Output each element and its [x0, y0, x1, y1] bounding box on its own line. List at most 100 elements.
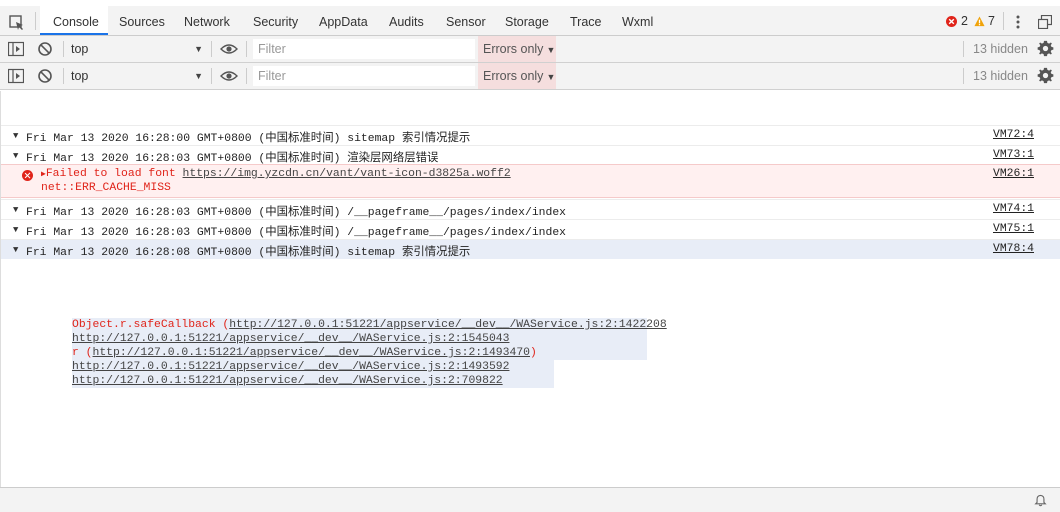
expand-triangle-icon[interactable]: ▼ [13, 131, 18, 141]
toolbar-separator [963, 41, 964, 57]
log-source-link[interactable]: VM72:4 [993, 129, 1034, 141]
chevron-down-icon: ▼ [194, 44, 203, 54]
toolbar-separator [246, 41, 247, 57]
tab-label: Sources [119, 15, 165, 29]
tab-label: Console [53, 15, 99, 29]
hidden-messages-count: 13 hidden [973, 69, 1028, 83]
tab-network[interactable]: Network [184, 6, 230, 35]
clear-console-icon[interactable] [37, 41, 53, 57]
warning-count-icon[interactable] [974, 16, 985, 27]
error-icon [22, 170, 33, 181]
stack-function: Object.r.safeCallback ( [72, 319, 230, 331]
stack-frame-link[interactable]: http://127.0.0.1:51221/appservice/__dev_… [72, 375, 503, 387]
log-message: Fri Mar 13 2020 16:28:03 GMT+0800 (中国标准时… [26, 153, 439, 165]
tab-sensor[interactable]: Sensor [446, 6, 486, 35]
log-row-selected[interactable]: ▼ Fri Mar 13 2020 16:28:08 GMT+0800 (中国标… [1, 239, 1060, 259]
context-value: top [71, 69, 89, 83]
tab-trace[interactable]: Trace [570, 6, 602, 35]
stack-frame: http://127.0.0.1:51221/appservice/__dev_… [72, 374, 554, 388]
tab-audits[interactable]: Audits [389, 6, 424, 35]
console-toolbar: top ▼ Filter Errors only ▼ 13 hidden [0, 63, 1060, 90]
stack-suffix: ) [530, 347, 537, 359]
stack-trace: Object.r.safeCallback (http://127.0.0.1:… [72, 318, 667, 388]
undock-icon[interactable] [1038, 15, 1052, 29]
log-message: Fri Mar 13 2020 16:28:08 GMT+0800 (中国标准时… [26, 247, 471, 259]
tab-storage[interactable]: Storage [505, 6, 549, 35]
chevron-down-icon: ▼ [546, 72, 556, 82]
expand-triangle-icon[interactable]: ▼ [13, 205, 18, 215]
error-text: Failed to load font [45, 168, 176, 180]
log-message: Fri Mar 13 2020 16:28:03 GMT+0800 (中国标准时… [26, 207, 566, 219]
error-detail: net::ERR_CACHE_MISS [41, 182, 171, 194]
expand-triangle-icon[interactable]: ▼ [13, 151, 18, 161]
console-toolbar: top ▼ Filter Errors only ▼ 13 hidden [0, 36, 1060, 63]
log-levels-dropdown[interactable]: Errors only ▼ [478, 63, 556, 89]
log-source-link[interactable]: VM78:4 [993, 243, 1034, 255]
console-output: ▼ Fri Mar 13 2020 16:28:00 GMT+0800 (中国标… [0, 91, 1060, 487]
chevron-down-icon: ▼ [546, 45, 556, 55]
stack-frame: http://127.0.0.1:51221/appservice/__dev_… [72, 332, 647, 346]
tab-label: Trace [570, 15, 602, 29]
error-count[interactable]: 2 [961, 14, 968, 28]
error-row[interactable]: ▶Failed to load font https://img.yzcdn.c… [1, 164, 1060, 198]
tab-label: Security [253, 15, 299, 29]
tab-label: Wxml [622, 15, 654, 29]
stack-frame: r (http://127.0.0.1:51221/appservice/__d… [72, 346, 647, 360]
log-levels-value: Errors only [483, 69, 544, 83]
toolbar-separator [211, 41, 212, 57]
stack-frame: Object.r.safeCallback (http://127.0.0.1:… [72, 318, 667, 332]
tabbar-separator [35, 12, 36, 30]
hidden-messages-count: 13 hidden [973, 42, 1028, 56]
tabbar-separator [1003, 12, 1004, 30]
bottom-drawer-bar [0, 487, 1060, 512]
tab-sources[interactable]: Sources [119, 6, 165, 35]
tab-security[interactable]: Security [253, 6, 298, 35]
inspect-element-icon[interactable] [8, 14, 26, 32]
log-source-link[interactable]: VM74:1 [993, 203, 1034, 215]
sidebar-toggle-icon[interactable] [8, 41, 24, 57]
log-levels-dropdown[interactable]: Errors only ▼ [478, 36, 556, 62]
devtools-tabbar: Console Sources Network Security AppData… [0, 6, 1060, 36]
filter-input[interactable]: Filter [253, 39, 475, 59]
error-count-icon[interactable] [946, 16, 957, 27]
gear-icon[interactable] [1037, 67, 1054, 84]
toolbar-separator [211, 68, 212, 84]
kebab-menu-icon[interactable] [1016, 15, 1020, 29]
filter-placeholder: Filter [258, 42, 286, 56]
eye-icon[interactable] [220, 43, 238, 55]
stack-frame-link[interactable]: http://127.0.0.1:51221/appservice/__dev_… [72, 333, 509, 345]
eye-icon[interactable] [220, 70, 238, 82]
stack-frame-link[interactable]: http://127.0.0.1:51221/appservice/__dev_… [93, 347, 530, 359]
log-row[interactable]: ▼ Fri Mar 13 2020 16:28:03 GMT+0800 (中国标… [1, 145, 1060, 165]
toolbar-separator [63, 68, 64, 84]
stack-frame-link[interactable]: http://127.0.0.1:51221/appservice/__dev_… [229, 319, 666, 331]
tab-appdata[interactable]: AppData [319, 6, 368, 35]
expand-triangle-icon[interactable]: ▼ [13, 225, 18, 235]
toolbar-separator [963, 68, 964, 84]
tab-label: AppData [319, 15, 368, 29]
sidebar-toggle-icon[interactable] [8, 68, 24, 84]
gear-icon[interactable] [1037, 40, 1054, 57]
context-value: top [71, 42, 89, 56]
bell-icon[interactable] [1034, 494, 1047, 507]
filter-input[interactable]: Filter [253, 66, 475, 86]
clear-console-icon[interactable] [37, 68, 53, 84]
log-row[interactable]: ▼ Fri Mar 13 2020 16:28:00 GMT+0800 (中国标… [1, 125, 1060, 145]
context-select[interactable]: top ▼ [71, 40, 205, 58]
warning-count[interactable]: 7 [988, 14, 995, 28]
log-row[interactable]: ▼ Fri Mar 13 2020 16:28:03 GMT+0800 (中国标… [1, 199, 1060, 219]
stack-frame-link[interactable]: http://127.0.0.1:51221/appservice/__dev_… [72, 361, 509, 373]
stack-frame: http://127.0.0.1:51221/appservice/__dev_… [72, 360, 554, 374]
tab-wxml[interactable]: Wxml [622, 6, 653, 35]
log-source-link[interactable]: VM73:1 [993, 149, 1034, 161]
expand-triangle-icon[interactable]: ▼ [13, 245, 18, 255]
context-select[interactable]: top ▼ [71, 67, 205, 85]
log-source-link[interactable]: VM26:1 [993, 168, 1034, 180]
error-url-link[interactable]: https://img.yzcdn.cn/vant/vant-icon-d382… [183, 168, 511, 180]
tab-label: Audits [389, 15, 424, 29]
log-source-link[interactable]: VM75:1 [993, 223, 1034, 235]
log-row[interactable]: ▼ Fri Mar 13 2020 16:28:03 GMT+0800 (中国标… [1, 219, 1060, 239]
tab-label: Network [184, 15, 230, 29]
tab-console[interactable]: Console [40, 6, 108, 35]
log-levels-value: Errors only [483, 42, 544, 56]
